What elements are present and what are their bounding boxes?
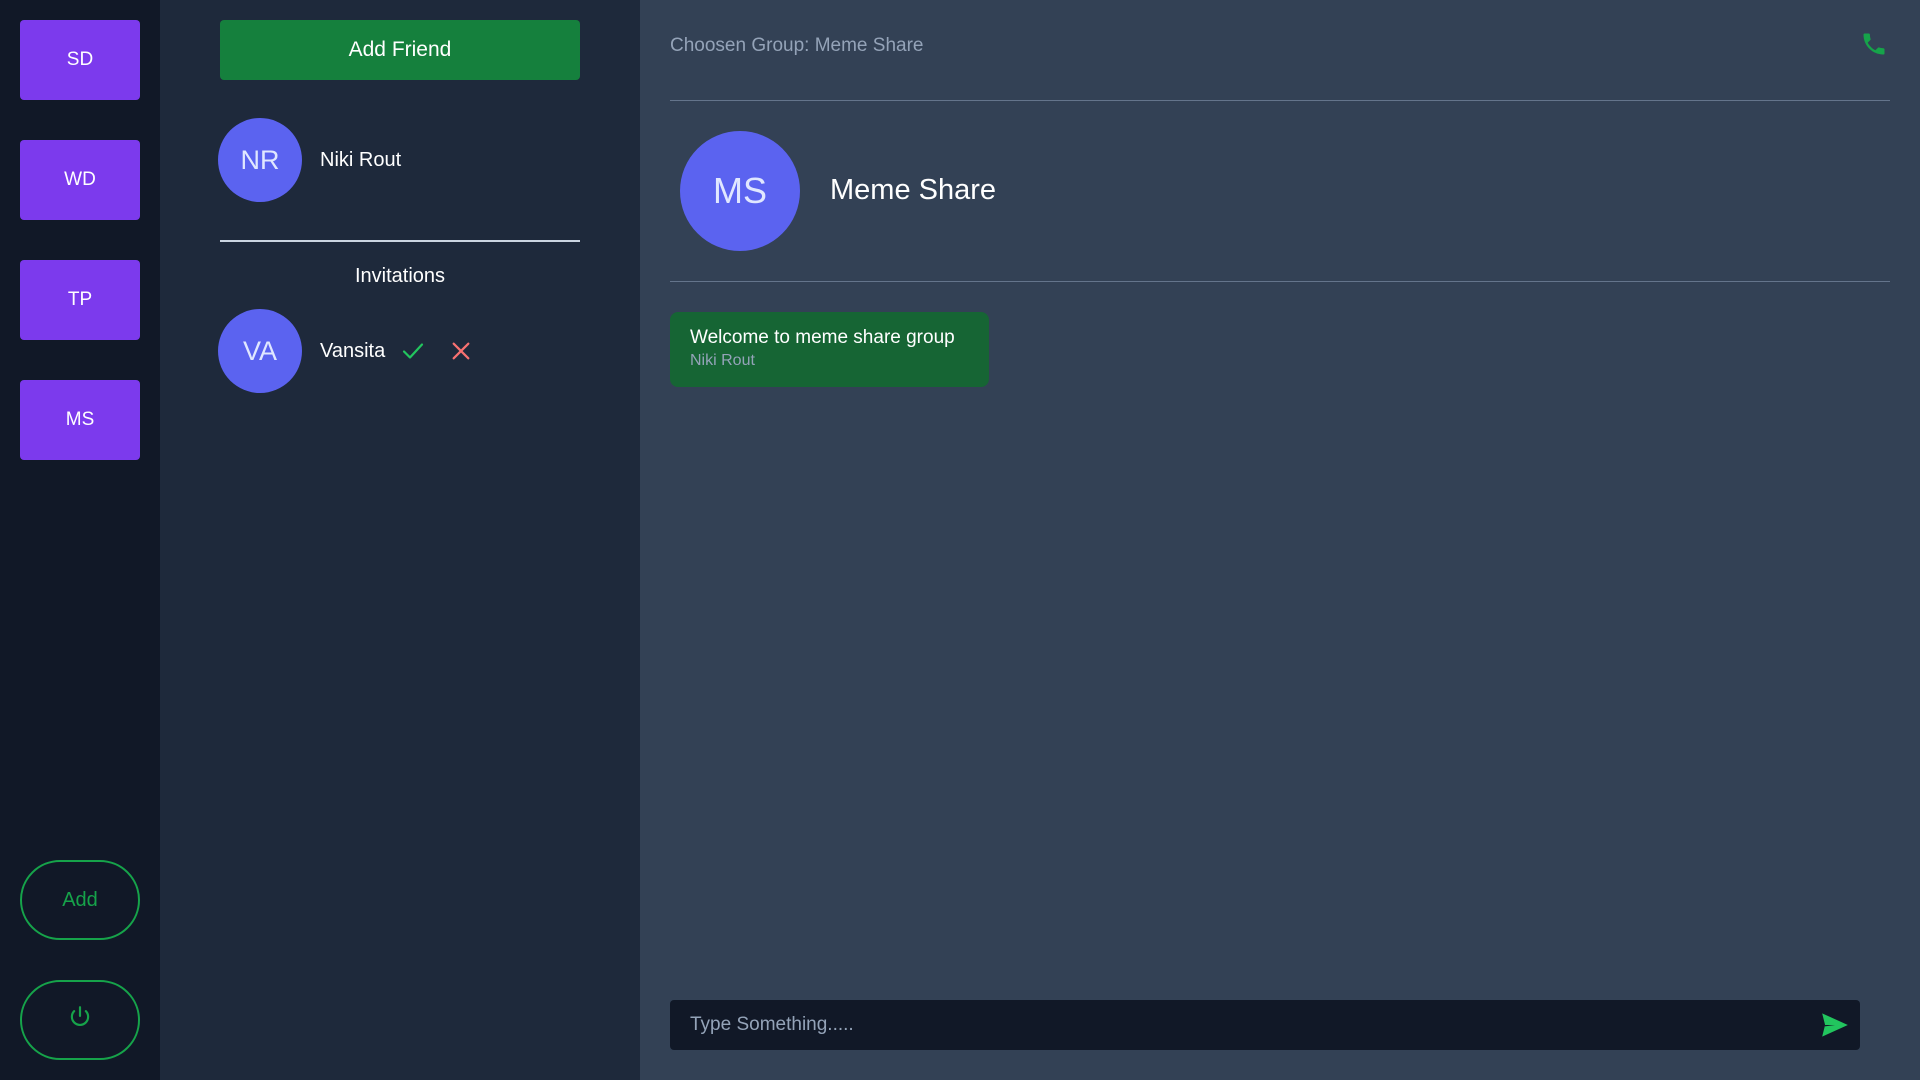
header-divider [670, 100, 1890, 101]
group-button-label: WD [64, 169, 96, 190]
power-icon [67, 1004, 93, 1036]
group-button-label: TP [67, 289, 93, 310]
message-text: Welcome to meme share group [690, 327, 955, 348]
avatar-initials: NR [240, 144, 280, 175]
message-composer [670, 1000, 1860, 1050]
divider [220, 240, 580, 242]
group-button-sd[interactable]: SD [20, 20, 140, 100]
group-avatar-initials: MS [713, 170, 767, 211]
group-rail: SD WD TP MS Add [0, 0, 160, 1080]
close-icon[interactable] [447, 337, 475, 365]
send-icon[interactable] [1810, 1000, 1860, 1050]
group-button-wd[interactable]: WD [20, 140, 140, 220]
invitation-item: VA Vansita [218, 309, 475, 393]
message-input[interactable] [670, 1000, 1810, 1050]
message-author: Niki Rout [690, 352, 755, 369]
logout-button[interactable] [20, 980, 140, 1060]
group-button-label: SD [66, 49, 94, 70]
chat-panel: Choosen Group: Meme Share MS Meme Share … [640, 0, 1920, 1080]
chosen-group-label: Choosen Group: Meme Share [670, 35, 924, 56]
friends-panel: Add Friend NR Niki Rout Invitations VA V… [160, 0, 640, 1080]
group-title: Meme Share [830, 174, 997, 206]
add-group-label: Add [62, 888, 98, 911]
group-button-label: MS [65, 409, 95, 430]
invitation-name: Vansita [320, 339, 386, 362]
check-icon[interactable] [399, 337, 427, 365]
add-friend-label: Add Friend [348, 38, 452, 61]
avatar-initials: VA [242, 335, 277, 366]
phone-icon[interactable] [1860, 30, 1890, 60]
group-divider [670, 281, 1890, 282]
friend-name: Niki Rout [320, 148, 402, 171]
message-bubble: Welcome to meme share group Niki Rout [670, 312, 989, 387]
add-group-button[interactable]: Add [20, 860, 140, 940]
avatar: NR [218, 118, 302, 202]
add-friend-button[interactable]: Add Friend [220, 20, 580, 80]
avatar: VA [218, 309, 302, 393]
app-root: SD WD TP MS Add Add Friend NR Niki Rout … [0, 0, 1920, 1080]
invitations-title: Invitations [354, 265, 446, 287]
group-button-ms[interactable]: MS [20, 380, 140, 460]
friend-item[interactable]: NR Niki Rout [218, 118, 401, 202]
group-button-tp[interactable]: TP [20, 260, 140, 340]
group-avatar: MS [680, 131, 800, 251]
